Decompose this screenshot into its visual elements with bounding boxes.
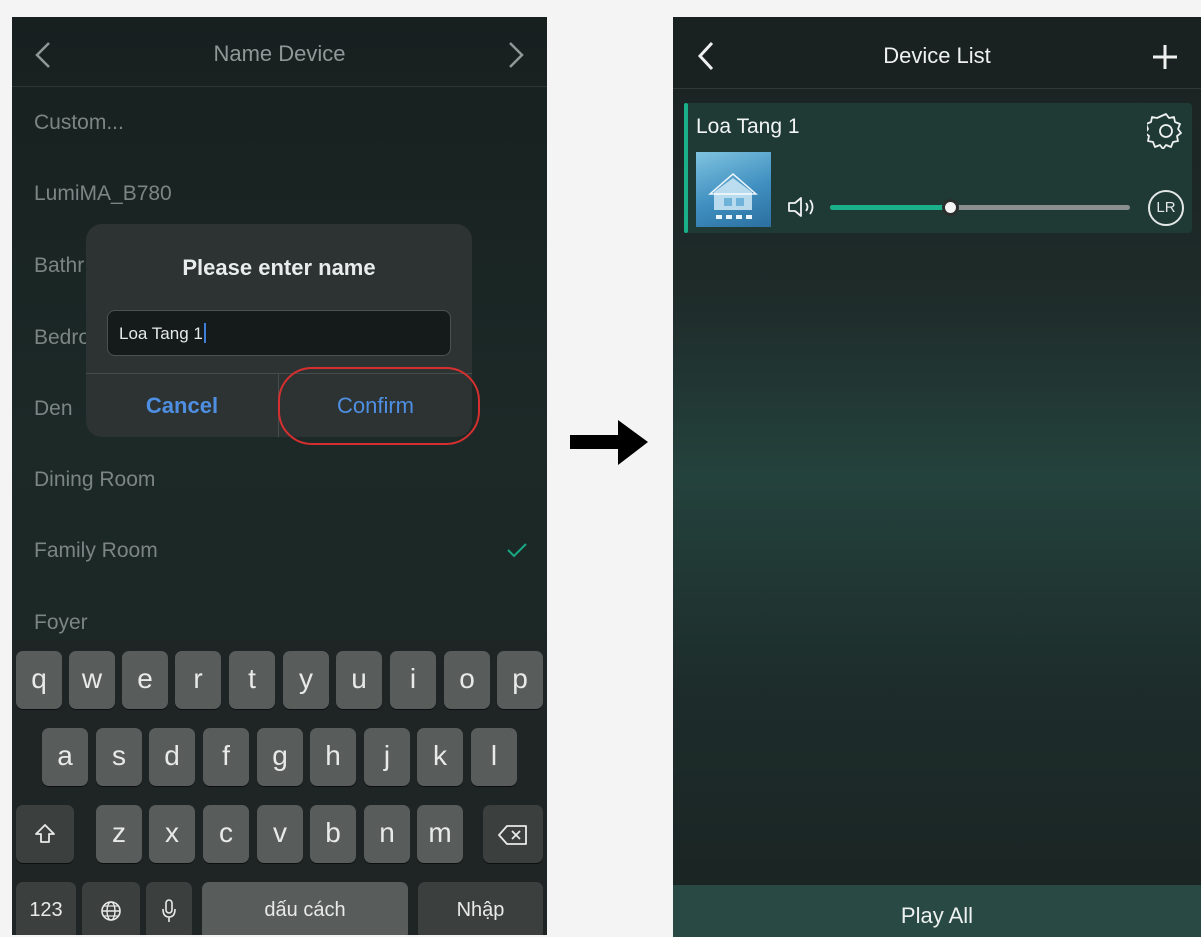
name-input-value: Loa Tang 1 — [119, 324, 203, 343]
nav-bar: Name Device — [12, 17, 547, 87]
room-item-family-room[interactable]: Family Room — [34, 539, 158, 563]
key-p[interactable]: p — [497, 651, 543, 709]
room-item-lumima[interactable]: LumiMA_B780 — [34, 182, 172, 206]
speaker-volume-icon[interactable] — [787, 195, 819, 219]
microphone-icon — [162, 899, 176, 922]
onscreen-keyboard: q w e r t y u i o p a s d f g h j k l z … — [12, 640, 547, 935]
album-thumbnail — [696, 152, 771, 227]
room-item-foyer[interactable]: Foyer — [34, 611, 88, 635]
dialog-title: Please enter name — [182, 255, 376, 280]
device-card[interactable]: Loa Tang 1 LR — [684, 103, 1192, 233]
key-s[interactable]: s — [96, 728, 142, 786]
key-g[interactable]: g — [257, 728, 303, 786]
gear-icon[interactable] — [1147, 111, 1185, 149]
key-r[interactable]: r — [175, 651, 221, 709]
key-e[interactable]: e — [122, 651, 168, 709]
key-d[interactable]: d — [149, 728, 195, 786]
backspace-icon — [498, 825, 527, 845]
shift-arrow-icon — [35, 824, 55, 843]
room-item-bathroom[interactable]: Bathr — [34, 254, 84, 278]
house-illustration-icon — [707, 173, 759, 219]
numbers-key[interactable]: 123 — [16, 882, 76, 935]
room-item-bedroom[interactable]: Bedro — [34, 326, 90, 350]
key-v[interactable]: v — [257, 805, 303, 863]
key-x[interactable]: x — [149, 805, 195, 863]
key-l[interactable]: l — [471, 728, 517, 786]
key-z[interactable]: z — [96, 805, 142, 863]
cancel-button[interactable]: Cancel — [86, 374, 278, 437]
page-title: Name Device — [213, 41, 346, 66]
key-t[interactable]: t — [229, 651, 275, 709]
room-item-dining-room[interactable]: Dining Room — [34, 468, 155, 492]
nav-bar: Device List — [673, 17, 1201, 89]
forward-chevron-icon[interactable] — [507, 41, 525, 69]
key-f[interactable]: f — [203, 728, 249, 786]
key-u[interactable]: u — [336, 651, 382, 709]
room-item-den[interactable]: Den — [34, 397, 73, 421]
key-n[interactable]: n — [364, 805, 410, 863]
key-w[interactable]: w — [69, 651, 115, 709]
volume-slider-knob[interactable] — [942, 199, 959, 216]
volume-slider-fill — [830, 205, 950, 210]
backspace-key[interactable] — [483, 805, 543, 863]
key-o[interactable]: o — [444, 651, 490, 709]
key-c[interactable]: c — [203, 805, 249, 863]
key-i[interactable]: i — [390, 651, 436, 709]
text-caret — [203, 323, 206, 343]
page-title: Device List — [883, 43, 991, 68]
globe-icon — [101, 901, 121, 921]
plus-icon[interactable] — [1151, 43, 1179, 71]
key-k[interactable]: k — [417, 728, 463, 786]
key-j[interactable]: j — [364, 728, 410, 786]
name-device-screen: Name Device Custom... LumiMA_B780 Bathr … — [12, 17, 547, 935]
device-list-screen: Device List Loa Tang 1 LR Play All — [673, 17, 1201, 937]
volume-slider-track[interactable] — [830, 205, 1130, 210]
stereo-channel-badge[interactable]: LR — [1148, 190, 1184, 226]
globe-key[interactable] — [82, 882, 140, 935]
key-y[interactable]: y — [283, 651, 329, 709]
flow-arrow-icon — [570, 420, 648, 465]
space-key[interactable]: dấu cách — [202, 882, 408, 935]
checkmark-icon — [507, 543, 527, 558]
key-m[interactable]: m — [417, 805, 463, 863]
shift-key[interactable] — [16, 805, 74, 863]
key-h[interactable]: h — [310, 728, 356, 786]
name-input[interactable]: Loa Tang 1 — [107, 310, 451, 356]
enter-name-dialog: Please enter name Loa Tang 1 Cancel Conf… — [86, 224, 480, 445]
card-accent-bar — [684, 103, 688, 233]
key-a[interactable]: a — [42, 728, 88, 786]
confirm-button[interactable]: Confirm — [279, 374, 472, 437]
return-key[interactable]: Nhập — [418, 882, 543, 935]
key-q[interactable]: q — [16, 651, 62, 709]
device-name: Loa Tang 1 — [696, 115, 800, 138]
play-all-button[interactable]: Play All — [673, 885, 1201, 937]
room-item-custom[interactable]: Custom... — [34, 111, 124, 135]
key-b[interactable]: b — [310, 805, 356, 863]
microphone-key[interactable] — [146, 882, 192, 935]
